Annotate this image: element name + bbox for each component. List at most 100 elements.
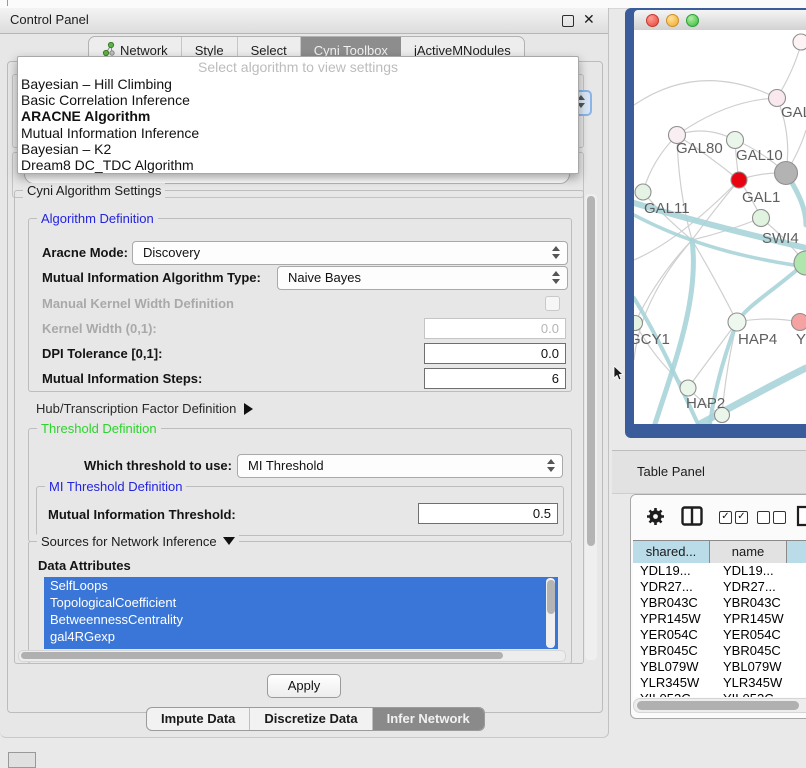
attribute-item[interactable]: gal4RGexp [44,628,558,645]
minimized-panel-chip[interactable] [8,752,36,768]
document-icon[interactable] [796,505,806,532]
split-columns-icon[interactable] [681,506,703,531]
node-label: HAP4 [738,331,777,348]
dropdown-placeholder: Select algorithm to view settings [18,59,578,76]
mi-threshold-label: Mutual Information Threshold: [48,507,236,522]
table-cell [799,659,806,675]
table-cell: YER054C [716,627,799,643]
tab-discretize-data[interactable]: Discretize Data [250,708,372,730]
table-cell: YDR27... [633,579,716,595]
mi-algorithm-type-combo[interactable]: Naive Bayes [277,266,568,290]
network-node-swi4[interactable] [753,210,770,227]
table-row[interactable]: YLR345WYLR345W9. [633,675,806,691]
apply-button[interactable]: Apply [267,674,341,698]
float-window-icon[interactable] [562,15,574,27]
sources-title-row[interactable]: Sources for Network Inference [37,534,239,549]
mouse-cursor [613,366,625,382]
hub-definition-label: Hub/Transcription Factor Definition [36,401,236,416]
network-node[interactable] [793,34,806,50]
table-row[interactable]: YDR27...YDR27...12 [633,579,806,595]
table-row[interactable]: YBR043CYBR043C [633,595,806,611]
settings-group-title: Cyni Algorithm Settings [23,183,165,198]
network-node-hap4[interactable] [728,313,746,331]
network-canvas[interactable]: GALGAL80GAL10GAL1GAL11SWI4HAP4YGCY1HAP2 [634,30,806,424]
attribute-item[interactable]: TopologicalCoefficient [44,594,558,611]
algorithm-dropdown-popup: Select algorithm to view settings Bayesi… [17,56,579,174]
column-header-shared-name[interactable]: shared... [633,541,710,563]
node-label: GAL [781,104,806,121]
table-horizontal-scrollbar[interactable] [633,698,806,713]
column-header-name[interactable]: name [710,541,787,563]
table-cell: YLR345W [716,675,799,691]
table-cell: 12 [799,579,806,595]
table-cell: YBL079W [633,659,716,675]
network-node-gal10[interactable] [727,132,744,149]
aracne-mode-combo[interactable]: Discovery [132,241,568,265]
close-traffic-light[interactable] [646,14,659,27]
dpi-tolerance-field[interactable]: 0.0 [424,343,566,364]
tab-impute-data[interactable]: Impute Data [147,708,250,730]
attributes-list-scrollbar[interactable] [546,578,555,648]
hub-definition-expander[interactable]: Hub/Transcription Factor Definition [36,400,253,418]
table-cell: YDR27... [716,579,799,595]
close-window-icon[interactable]: ✕ [583,11,595,28]
table-row[interactable]: YBR045CYBR045C9. [633,643,806,659]
dropdown-item[interactable]: Bayesian – Hill Climbing [18,76,578,92]
network-node[interactable] [775,162,798,185]
select-all-columns-icon[interactable]: ✓✓ [719,511,748,524]
expander-down-arrow-icon [223,537,235,545]
table-cell: 9. [799,611,806,627]
table-row[interactable]: YPR145WYPR145W9. [633,611,806,627]
mi-threshold-field[interactable]: 0.5 [418,503,558,524]
control-panel-titlebar: Control Panel ✕ [0,8,608,34]
attribute-item[interactable]: SelfLoops [44,577,558,594]
gear-icon[interactable] [646,507,665,531]
table-cell: 9. [799,643,806,659]
which-threshold-combo[interactable]: MI Threshold [237,454,563,478]
node-label: GAL80 [676,140,723,157]
network-node-gal11[interactable] [635,184,651,200]
table-cell: YDL19... [633,563,716,579]
dropdown-item-selected[interactable]: ARACNE Algorithm [18,108,578,124]
minimize-traffic-light[interactable] [666,14,679,27]
table-row[interactable]: YBL079WYBL079W [633,659,806,675]
table-cell [799,595,806,611]
mi-steps-field[interactable]: 6 [424,368,566,389]
dropdown-item[interactable]: Mutual Information Inference [18,125,578,141]
network-node-gal1[interactable] [731,172,747,188]
mi-steps-label: Mutual Information Steps: [42,371,202,386]
table-cell: 9 [799,691,806,697]
settings-vertical-scrollbar[interactable] [585,194,597,660]
network-node-y[interactable] [792,314,806,331]
zoom-traffic-light[interactable] [686,14,699,27]
attribute-item[interactable]: BetweennessCentrality [44,611,558,628]
aracne-mode-value: Discovery [143,245,200,260]
kernel-width-value: 0.0 [541,321,559,336]
mi-algorithm-type-value: Naive Bayes [288,270,361,285]
node-label: HAP2 [686,395,725,412]
table-row[interactable]: YDL19...YDL19...13 [633,563,806,579]
table-row[interactable]: YER054CYER054C8. [633,627,806,643]
table-cell: YBR043C [716,595,799,611]
column-header-clipped[interactable] [787,541,806,563]
dropdown-item[interactable]: Basic Correlation Inference [18,92,578,108]
table-cell: 9. [799,675,806,691]
network-node-hap2[interactable] [680,380,696,396]
dropdown-item[interactable]: Bayesian – K2 [18,141,578,157]
table-panel-header: Table Panel [612,450,806,494]
dropdown-item[interactable]: Dream8 DC_TDC Algorithm [18,157,578,173]
deselect-all-columns-icon[interactable] [757,511,786,524]
network-window-titlebar[interactable] [634,10,806,31]
manual-kernel-width-checkbox[interactable] [545,296,560,311]
table-row[interactable]: YIL052CYIL052C9 [633,691,806,697]
sources-title: Sources for Network Inference [41,534,217,549]
table-cell: 13 [799,563,806,579]
table-cell: YLR345W [633,675,716,691]
cyni-bottom-tabs: Impute Data Discretize Data Infer Networ… [146,707,485,731]
kernel-width-field[interactable]: 0.0 [424,318,566,339]
node-label: GAL11 [644,200,690,217]
node-label: SWI4 [762,230,799,247]
tab-infer-network[interactable]: Infer Network [373,708,484,730]
settings-horizontal-scrollbar[interactable] [18,650,566,662]
window-title: Control Panel [10,12,89,27]
